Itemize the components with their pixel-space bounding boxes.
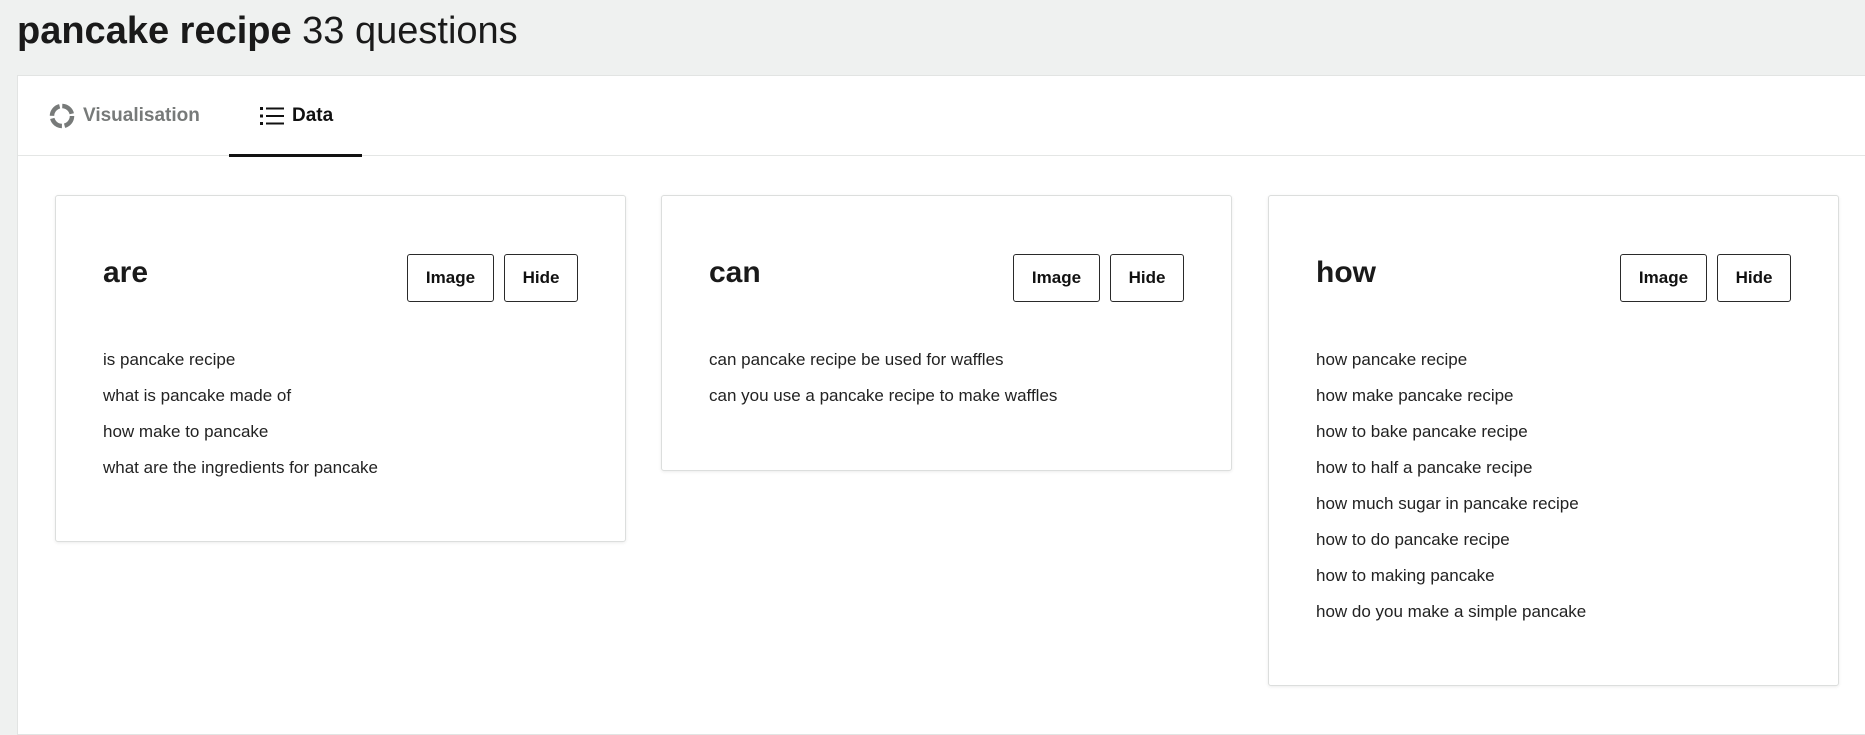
image-button[interactable]: Image	[1620, 254, 1707, 302]
list-item[interactable]: how pancake recipe	[1316, 342, 1586, 378]
list-item[interactable]: how make pancake recipe	[1316, 378, 1586, 414]
list-item[interactable]: is pancake recipe	[103, 342, 378, 378]
list-item[interactable]: can you use a pancake recipe to make waf…	[709, 378, 1057, 414]
tab-label: Visualisation	[83, 105, 200, 126]
tab-label: Data	[292, 105, 334, 126]
question-list: can pancake recipe be used for waffles c…	[709, 342, 1057, 414]
list-item[interactable]: how to bake pancake recipe	[1316, 414, 1586, 450]
tab-visualisation[interactable]: Visualisation	[49, 76, 221, 156]
card-title: how	[1316, 256, 1376, 289]
list-item[interactable]: how to making pancake	[1316, 558, 1586, 594]
question-card-can: can Image Hide can pancake recipe be use…	[661, 195, 1232, 471]
list-icon	[260, 105, 284, 127]
list-item[interactable]: what is pancake made of	[103, 378, 378, 414]
question-card-are: are Image Hide is pancake recipe what is…	[55, 195, 626, 542]
list-item[interactable]: how to do pancake recipe	[1316, 522, 1586, 558]
question-count: 33 questions	[302, 10, 518, 52]
image-button[interactable]: Image	[1013, 254, 1100, 302]
hide-button[interactable]: Hide	[504, 254, 578, 302]
search-keyword: pancake recipe	[17, 10, 292, 52]
view-tabs: Visualisation Data	[18, 76, 1865, 157]
list-item[interactable]: how much sugar in pancake recipe	[1316, 486, 1586, 522]
image-button[interactable]: Image	[407, 254, 494, 302]
list-item[interactable]: how make to pancake	[103, 414, 378, 450]
question-card-how: how Image Hide how pancake recipe how ma…	[1268, 195, 1839, 686]
card-title: are	[103, 256, 149, 289]
page-title: pancake recipe 33 questions	[17, 8, 518, 54]
list-item[interactable]: how do you make a simple pancake	[1316, 594, 1586, 630]
hide-button[interactable]: Hide	[1717, 254, 1791, 302]
donut-chart-icon	[49, 103, 75, 129]
question-list: is pancake recipe what is pancake made o…	[103, 342, 378, 486]
hide-button[interactable]: Hide	[1110, 254, 1184, 302]
list-item[interactable]: what are the ingredients for pancake	[103, 450, 378, 486]
question-list: how pancake recipe how make pancake reci…	[1316, 342, 1586, 630]
tab-data[interactable]: Data	[229, 76, 362, 157]
active-tab-indicator	[229, 154, 362, 157]
list-item[interactable]: how to half a pancake recipe	[1316, 450, 1586, 486]
list-item[interactable]: can pancake recipe be used for waffles	[709, 342, 1057, 378]
card-title: can	[709, 256, 761, 289]
